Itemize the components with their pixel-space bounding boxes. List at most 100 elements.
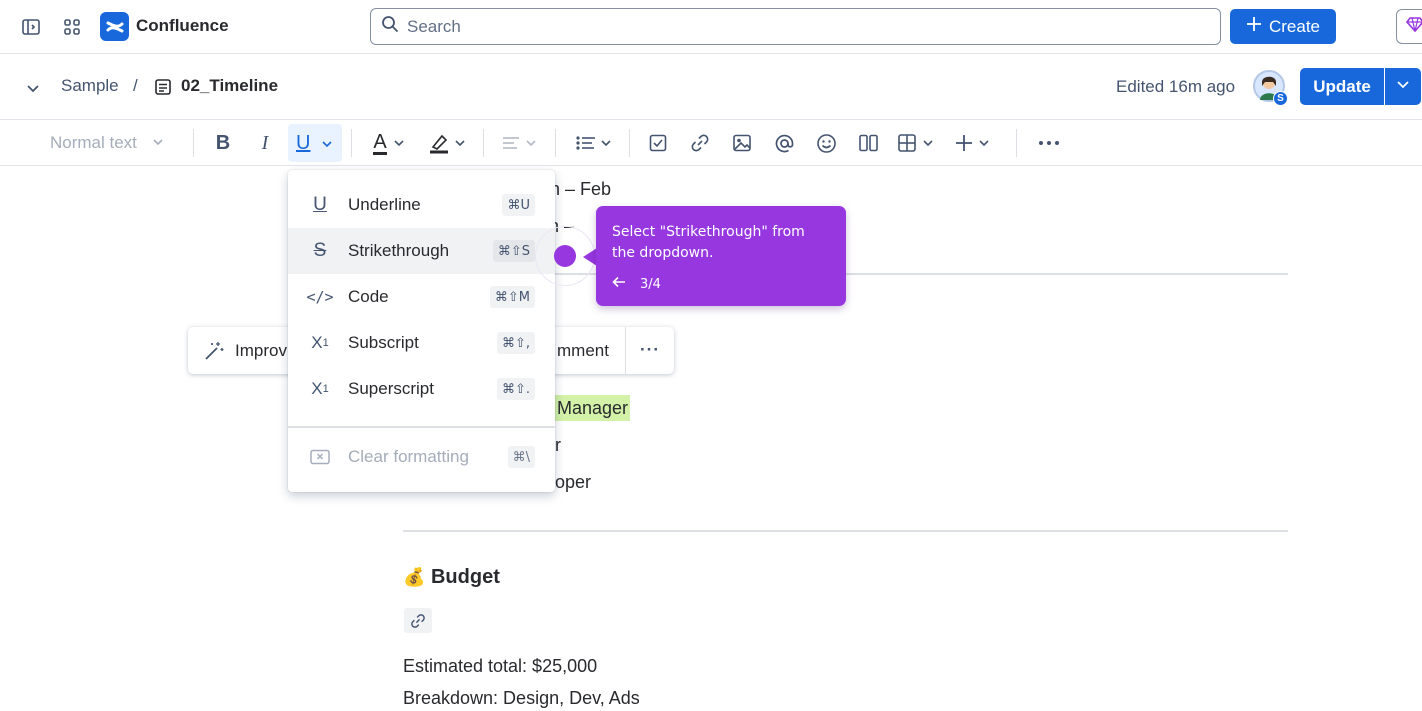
update-options-button[interactable]	[1385, 68, 1421, 105]
text-format-menu: U Underline ⌘U S Strikethrough ⌘⇧S </> C…	[288, 170, 555, 492]
image-icon[interactable]	[729, 129, 755, 157]
guide-tooltip: Select "Strikethrough" from the dropdown…	[596, 206, 846, 306]
plus-icon	[956, 135, 972, 151]
toolbar-divider	[483, 129, 484, 157]
role-line-2[interactable]: r	[555, 435, 561, 456]
layout-columns-icon[interactable]	[855, 129, 881, 157]
page-header: Sample / 02_Timeline Edited 16m ago S Up…	[0, 55, 1422, 120]
toolbar-divider	[555, 129, 556, 157]
search-input[interactable]	[407, 16, 1187, 37]
menu-item-label: Superscript	[348, 379, 434, 398]
mention-icon[interactable]	[771, 129, 797, 157]
guide-footer: 3/4	[612, 276, 661, 292]
text-style-dropdown[interactable]: Normal text	[50, 133, 164, 153]
keyboard-shortcut: ⌘U	[502, 194, 535, 216]
insert-button[interactable]	[950, 129, 994, 157]
editor-toolbar: Normal text B I U A	[0, 120, 1422, 166]
menu-item-label: Code	[348, 287, 389, 306]
magic-wand-icon[interactable]	[204, 341, 224, 366]
menu-item-label: Subscript	[348, 333, 419, 352]
superscript-icon: X1	[311, 379, 329, 398]
keyboard-shortcut: ⌘⇧,	[496, 332, 535, 354]
menu-divider	[288, 426, 555, 428]
premium-button[interactable]	[1396, 9, 1422, 44]
budget-breakdown[interactable]: Breakdown: Design, Dev, Ads	[403, 688, 640, 709]
highlighter-icon	[430, 134, 448, 154]
text-color-button[interactable]: A	[368, 129, 410, 157]
subscript-icon: X1	[311, 333, 329, 352]
create-label: Create	[1268, 16, 1321, 36]
role-line-1[interactable]: Manager	[555, 395, 631, 421]
toolbar-divider	[193, 129, 194, 157]
tooltip-pointer	[583, 248, 597, 266]
highlight-button[interactable]	[426, 129, 468, 157]
table-button[interactable]	[893, 129, 937, 157]
menu-item-superscript[interactable]: X1 Superscript ⌘⇧.	[288, 366, 555, 412]
gem-icon	[1405, 15, 1422, 38]
keyboard-shortcut: ⌘⇧S	[492, 240, 535, 262]
edited-status[interactable]: Edited 16m ago	[1116, 77, 1235, 97]
keyboard-shortcut: ⌘\	[507, 446, 535, 468]
update-button[interactable]: Update	[1300, 68, 1384, 105]
toolbar-divider	[1016, 129, 1017, 157]
chevron-down-icon	[1396, 77, 1410, 96]
chevron-down-icon	[979, 140, 989, 147]
underline-dropdown-button[interactable]: U	[288, 124, 342, 162]
chevron-down-icon	[153, 139, 163, 146]
highlighted-text: Manager	[555, 395, 631, 421]
more-options-icon[interactable]: ···	[640, 340, 660, 360]
breadcrumb-separator: /	[133, 76, 138, 95]
italic-button[interactable]: I	[252, 129, 278, 157]
create-button[interactable]: Create	[1230, 9, 1336, 44]
avatar-badge: S	[1273, 91, 1288, 106]
bold-button[interactable]: B	[210, 129, 236, 157]
link-icon[interactable]	[687, 129, 713, 157]
breadcrumb-page[interactable]: 02_Timeline	[181, 76, 278, 96]
chevron-down-icon	[455, 140, 465, 147]
underline-label: U	[296, 132, 311, 154]
app-switcher-icon[interactable]	[59, 14, 85, 40]
chevron-down-icon	[394, 140, 404, 147]
budget-heading[interactable]: 💰 Budget	[403, 566, 500, 589]
underline-icon: U	[313, 194, 327, 215]
breadcrumb-space[interactable]: Sample	[61, 76, 119, 96]
search-box[interactable]	[370, 8, 1221, 45]
app-name[interactable]: Confluence	[136, 16, 229, 36]
menu-item-label: Clear formatting	[348, 447, 469, 466]
menu-item-clear-formatting[interactable]: Clear formatting ⌘\	[288, 434, 555, 480]
chevron-down-icon	[600, 140, 611, 147]
link-icon[interactable]	[404, 608, 432, 633]
menu-item-strikethrough[interactable]: S Strikethrough ⌘⇧S	[288, 228, 555, 274]
menu-item-code[interactable]: </> Code ⌘⇧M	[288, 274, 555, 320]
code-icon: </>	[306, 288, 334, 306]
top-navigation-bar: Confluence Create	[0, 0, 1422, 54]
task-checkbox-icon[interactable]	[645, 129, 671, 157]
role-line-3[interactable]: oper	[555, 472, 591, 493]
more-options-icon[interactable]	[1036, 129, 1062, 157]
align-left-icon	[503, 137, 519, 149]
guide-step: 3/4	[640, 276, 661, 292]
alignment-button[interactable]	[498, 129, 540, 157]
menu-item-subscript[interactable]: X1 Subscript ⌘⇧,	[288, 320, 555, 366]
guide-text: Select "Strikethrough" from the dropdown…	[612, 224, 805, 261]
avatar[interactable]: S	[1253, 70, 1288, 106]
estimated-total[interactable]: Estimated total: $25,000	[403, 656, 597, 677]
improve-writing-button[interactable]: Improv	[235, 341, 287, 361]
confluence-logo-icon[interactable]	[100, 12, 129, 41]
page-icon	[153, 77, 173, 97]
chevron-down-icon	[322, 141, 332, 148]
section-divider	[403, 530, 1288, 532]
comment-button[interactable]: mment	[557, 341, 609, 361]
money-bag-icon: 💰	[403, 567, 426, 587]
guide-hotspot[interactable]	[554, 245, 576, 267]
chevron-down-icon[interactable]	[23, 78, 43, 98]
menu-item-underline[interactable]: U Underline ⌘U	[288, 182, 555, 228]
keyboard-shortcut: ⌘⇧M	[489, 286, 535, 308]
back-arrow-icon[interactable]	[612, 276, 626, 292]
sidebar-toggle-icon[interactable]	[18, 14, 44, 40]
list-button[interactable]	[572, 129, 614, 157]
search-icon	[381, 15, 399, 38]
emoji-icon[interactable]	[813, 129, 839, 157]
toolbar-divider	[625, 327, 626, 374]
table-icon	[897, 134, 916, 152]
